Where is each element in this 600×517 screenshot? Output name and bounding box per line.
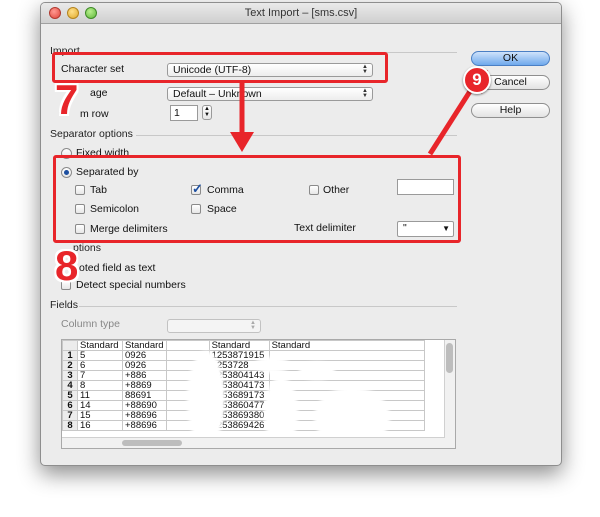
arrow-down-head (230, 132, 254, 152)
step-8-label: 8 (55, 242, 79, 289)
annotation-arrows (230, 70, 488, 156)
arrow-up-shaft (427, 83, 477, 156)
step-7-label: 7 (55, 76, 79, 123)
step-9-badge: 9 (463, 66, 491, 94)
